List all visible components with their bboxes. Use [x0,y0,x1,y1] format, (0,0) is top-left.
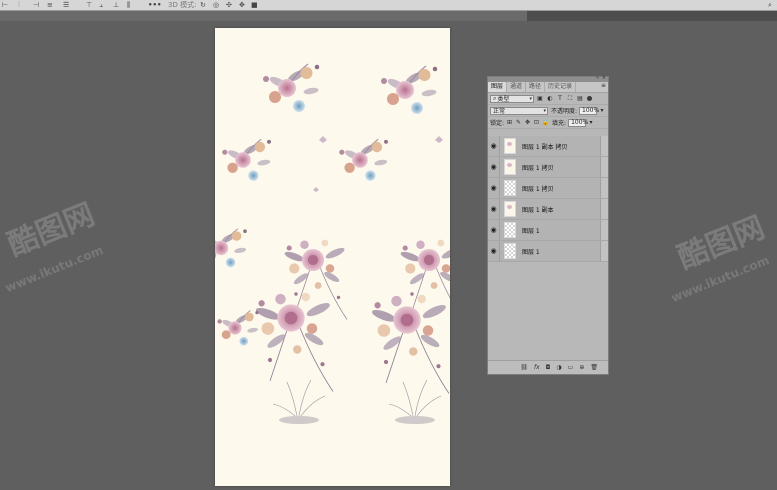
filter-smart-icon[interactable]: ▤ [576,95,584,102]
more-options-button[interactable]: ••• [148,1,161,9]
visibility-eye-icon[interactable]: ◉ [488,241,500,261]
fx-icon[interactable]: fx [534,364,540,371]
layers-panel: « × 图层 通道 路径 历史记录 ≡ ⌕ 类型 ▾ ▣ ◐ T ⛶ ▤ 正常 … [487,75,609,375]
visibility-eye-icon[interactable]: ◉ [488,157,500,177]
tab-strip-dark [527,11,777,21]
filter-toggle[interactable] [587,96,592,101]
filter-type-icon[interactable]: T [556,95,564,102]
layer-name: 图层 1 副本 [522,206,554,214]
align-middle-icon[interactable]: ⫠ [99,1,103,9]
tab-layers[interactable]: 图层 [488,82,508,92]
scale-3d-icon[interactable]: ■ [251,1,258,9]
document-canvas[interactable] [215,28,450,486]
opacity-input[interactable]: 100% [579,106,599,115]
options-bar: ⊢ ⫶ ⊣ ≡ ☰ ⊤ ⫠ ⊥ ⫼ ••• 3D 模式: ↻ ◎ ✣ ✥ ■ ⌕ [0,0,777,11]
layer-list: ◉ 图层 1 副本 拷贝 ◉ 图层 1 拷贝 ◉ 图层 1 拷贝 ◉ 图层 1 … [488,136,608,262]
layer-name: 图层 1 拷贝 [522,164,554,172]
lock-position-icon[interactable]: ✥ [524,119,531,126]
distribute-vertical-icon[interactable]: ⫼ [127,1,130,9]
tab-history[interactable]: 历史记录 [545,82,577,92]
search-icon[interactable]: ⌕ [768,1,772,9]
visibility-eye-icon[interactable]: ◉ [488,178,500,198]
visibility-eye-icon[interactable]: ◉ [488,199,500,219]
layer-row[interactable]: ◉ 图层 1 [488,220,608,241]
new-layer-icon[interactable]: ⊕ [579,364,584,371]
adjustment-layer-icon[interactable]: ◑ [556,364,561,371]
panel-tabs: 图层 通道 路径 历史记录 ≡ [488,82,608,93]
distribute-icon[interactable]: ☰ [63,1,69,9]
scrollbar-track[interactable] [600,178,608,198]
fill-input[interactable]: 100% [568,118,588,127]
layer-thumbnail [504,138,516,154]
new-group-icon[interactable]: ▭ [568,364,574,371]
layer-row[interactable]: ◉ 图层 1 拷贝 [488,157,608,178]
panel-menu-icon[interactable]: ≡ [601,82,606,89]
filter-adjustment-icon[interactable]: ◐ [546,95,554,102]
filter-type-select[interactable]: ⌕ 类型 ▾ [490,94,534,103]
opacity-dropdown-icon[interactable]: ▾ [599,107,605,114]
align-bottom-icon[interactable]: ⊥ [113,1,119,9]
slide-3d-icon[interactable]: ✥ [239,1,245,9]
align-center-icon[interactable]: ⫶ [18,1,20,9]
collapse-icon[interactable]: « [596,75,599,81]
filter-pixel-icon[interactable]: ▣ [536,95,544,102]
lock-pixels-icon[interactable]: ✎ [515,119,522,126]
fill-dropdown-icon[interactable]: ▾ [588,119,594,126]
floral-artwork [215,63,450,425]
visibility-eye-icon[interactable]: ◉ [488,220,500,240]
align-top-icon[interactable]: ⊤ [86,1,92,9]
align-left-icon[interactable]: ⊢ [2,1,8,9]
layer-name: 图层 1 [522,248,540,256]
close-icon[interactable]: × [602,75,606,81]
scrollbar-track[interactable] [600,241,608,261]
filter-row: ⌕ 类型 ▾ ▣ ◐ T ⛶ ▤ [488,93,608,105]
layer-thumbnail [504,243,516,259]
blend-row: 正常 ▾ 不透明度: 100% ▾ [488,105,608,117]
layer-row[interactable]: ◉ 图层 1 [488,241,608,262]
tab-channels[interactable]: 通道 [507,82,527,92]
layer-name: 图层 1 副本 拷贝 [522,143,568,151]
filter-shape-icon[interactable]: ⛶ [566,95,574,102]
layer-row[interactable]: ◉ 图层 1 拷贝 [488,178,608,199]
chevron-down-icon: ▾ [543,107,546,114]
roll-3d-icon[interactable]: ◎ [213,1,219,9]
lock-transparent-icon[interactable]: ⊞ [506,119,513,126]
lock-all-icon[interactable]: 🔒 [542,119,549,126]
visibility-eye-icon[interactable]: ◉ [488,136,500,156]
rotate-3d-icon[interactable]: ↻ [200,1,206,9]
layer-row[interactable]: ◉ 图层 1 副本 [488,199,608,220]
lock-label: 锁定: [490,120,505,127]
tab-paths[interactable]: 路径 [526,82,546,92]
scrollbar-track[interactable] [600,220,608,240]
layer-thumbnail [504,222,516,238]
mode-3d-label: 3D 模式: [168,1,197,9]
chevron-down-icon: ▾ [529,95,532,102]
search-icon: ⌕ [493,94,497,102]
layer-row[interactable]: ◉ 图层 1 副本 拷贝 [488,136,608,157]
scrollbar-track[interactable] [600,136,608,156]
scrollbar-track[interactable] [600,157,608,177]
layer-name: 图层 1 [522,227,540,235]
trash-icon[interactable]: 🗑 [590,364,598,371]
add-mask-icon[interactable]: ◘ [546,364,551,371]
link-layers-icon[interactable]: ⛓ [520,364,528,371]
scrollbar-track[interactable] [600,199,608,219]
layer-name: 图层 1 拷贝 [522,185,554,193]
fill-label: 填充: [552,120,567,127]
panel-footer: ⛓ fx ◘ ◑ ▭ ⊕ 🗑 [488,360,608,374]
layer-thumbnail [504,201,516,217]
align-right-icon[interactable]: ⊣ [33,1,39,9]
opacity-label: 不透明度: [551,108,578,115]
blend-mode-select[interactable]: 正常 ▾ [490,106,548,115]
align-justify-icon[interactable]: ≡ [47,1,53,9]
layer-thumbnail [504,159,516,175]
lock-artboard-icon[interactable]: ⊡ [533,119,540,126]
drag-3d-icon[interactable]: ✣ [226,1,232,9]
lock-row: 锁定: ⊞ ✎ ✥ ⊡ 🔒 填充: 100% ▾ [488,117,608,129]
layer-thumbnail [504,180,516,196]
